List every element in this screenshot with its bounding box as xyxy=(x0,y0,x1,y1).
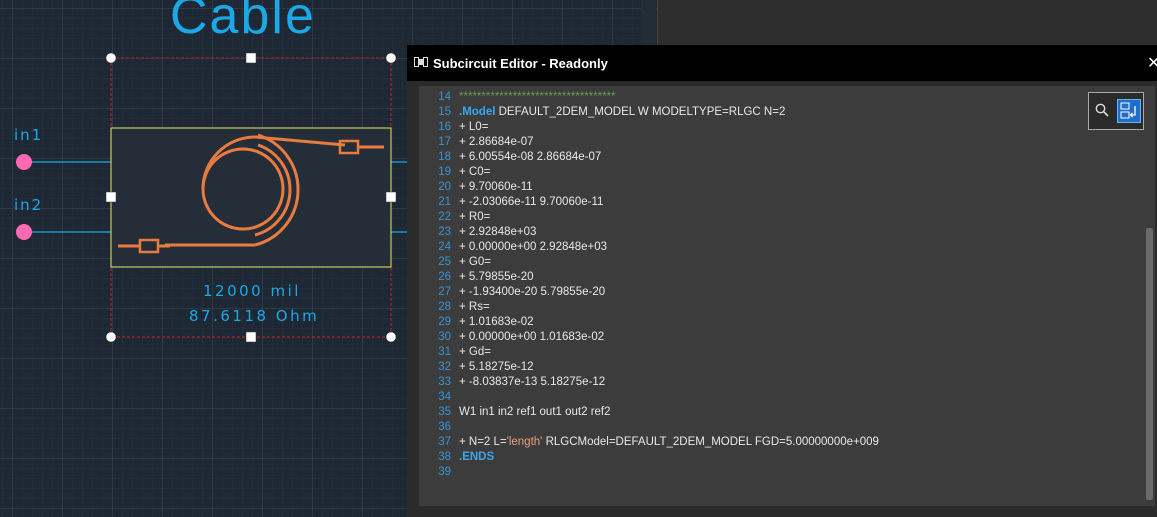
handle-top-mid xyxy=(245,52,257,64)
line-number: 33 xyxy=(438,376,451,388)
line-number: 20 xyxy=(438,181,451,193)
code-line: *********************************** xyxy=(459,91,616,103)
code-line: + 6.00554e-08 2.86684e-07 xyxy=(459,151,602,163)
editor-title-bar[interactable]: Subcircuit Editor - Readonly ✕ xyxy=(407,45,1157,81)
cable-length-text: 12000 mil xyxy=(203,282,301,300)
properties-panel xyxy=(641,0,1157,45)
code-line: .ENDS xyxy=(459,451,495,463)
line-number: 14 xyxy=(438,91,451,103)
line-number: 32 xyxy=(438,361,451,373)
line-number: 17 xyxy=(438,136,451,148)
line-number: 27 xyxy=(438,286,451,298)
code-line: + R0= xyxy=(459,211,491,223)
line-number: 19 xyxy=(438,166,451,178)
cable-impedance-text: 87.6118 Ohm xyxy=(189,307,320,325)
component-title: Cable xyxy=(170,0,316,45)
line-number: 38 xyxy=(438,451,451,463)
line-number-gutter: 14 15 16 17 18 19 20 21 22 23 24 25 26 27 28 29 30 31 32 33… xyxy=(419,90,459,480)
code-line: + 0.00000e+00 1.01683e-02 xyxy=(459,331,605,343)
code-line: + 2.86684e-07 xyxy=(459,136,534,148)
line-number: 30 xyxy=(438,331,451,343)
line-number: 39 xyxy=(438,466,451,478)
line-number: 21 xyxy=(438,196,451,208)
code-line: + Rs= xyxy=(459,301,490,313)
close-icon[interactable]: ✕ xyxy=(1147,53,1157,72)
editor-title: Subcircuit Editor - Readonly xyxy=(433,56,608,71)
handle-bottom-left xyxy=(105,331,117,343)
code-line: W1 in1 in2 ref1 out1 out2 ref2 xyxy=(459,406,611,418)
line-number: 34 xyxy=(438,391,451,403)
line-number: 24 xyxy=(438,241,451,253)
code-line: + -1.93400e-20 5.79855e-20 xyxy=(459,286,606,298)
handle-mid-left xyxy=(105,191,117,203)
code-line: + L0= xyxy=(459,121,489,133)
code-line: + 1.01683e-02 xyxy=(459,316,534,328)
handle-bottom-right xyxy=(385,331,397,343)
port-in2-pin[interactable] xyxy=(16,224,32,240)
port-in1-pin[interactable] xyxy=(16,154,32,170)
line-number: 35 xyxy=(438,406,451,418)
line-number: 18 xyxy=(438,151,451,163)
search-icon[interactable] xyxy=(1095,103,1109,117)
port-in1-label: in1 xyxy=(14,126,44,144)
code-line: + -8.03837e-13 5.18275e-12 xyxy=(459,376,606,388)
search-toolbar xyxy=(1088,92,1144,130)
replace-icon[interactable] xyxy=(1117,99,1141,123)
code-line: + -2.03066e-11 9.70060e-11 xyxy=(459,196,604,208)
line-number: 31 xyxy=(438,346,451,358)
code-lines[interactable]: *********************************** .Mode… xyxy=(459,90,1139,480)
handle-mid-right xyxy=(385,191,397,203)
line-number: 37 xyxy=(438,436,451,448)
line-number: 22 xyxy=(438,211,451,223)
code-line: + G0= xyxy=(459,256,491,268)
code-line: .Model DEFAULT_2DEM_MODEL W MODELTYPE=RL… xyxy=(459,106,786,118)
subcircuit-editor-window: Subcircuit Editor - Readonly ✕ 14 15 16 17 1… xyxy=(407,45,1157,517)
code-line: + N=2 L='length' RLGCModel=DEFAULT_2DEM_… xyxy=(459,436,879,448)
line-number: 29 xyxy=(438,316,451,328)
line-number: 36 xyxy=(438,421,451,433)
code-line: + 2.92848e+03 xyxy=(459,226,537,238)
code-line: + C0= xyxy=(459,166,491,178)
line-number: 16 xyxy=(438,121,451,133)
line-number: 28 xyxy=(438,301,451,313)
vertical-scrollbar[interactable] xyxy=(1146,228,1153,500)
line-number: 15 xyxy=(438,106,451,118)
line-number: 25 xyxy=(438,256,451,268)
handle-top-right xyxy=(385,52,397,64)
code-line: + Gd= xyxy=(459,346,491,358)
code-line: + 9.70060e-11 xyxy=(459,181,533,193)
subcircuit-icon xyxy=(414,57,428,67)
port-in2-label: in2 xyxy=(14,196,44,214)
handle-bottom-mid xyxy=(245,331,257,343)
handle-top-left xyxy=(105,52,117,64)
line-number: 23 xyxy=(438,226,451,238)
line-number: 26 xyxy=(438,271,451,283)
code-line: + 0.00000e+00 2.92848e+03 xyxy=(459,241,608,253)
code-line: + 5.18275e-12 xyxy=(459,361,534,373)
cable-component[interactable] xyxy=(110,127,392,268)
code-line: + 5.79855e-20 xyxy=(459,271,534,283)
code-editor[interactable]: 14 15 16 17 18 19 20 21 22 23 24 25 26 27 28 29 30 31 32 33… xyxy=(419,86,1155,506)
